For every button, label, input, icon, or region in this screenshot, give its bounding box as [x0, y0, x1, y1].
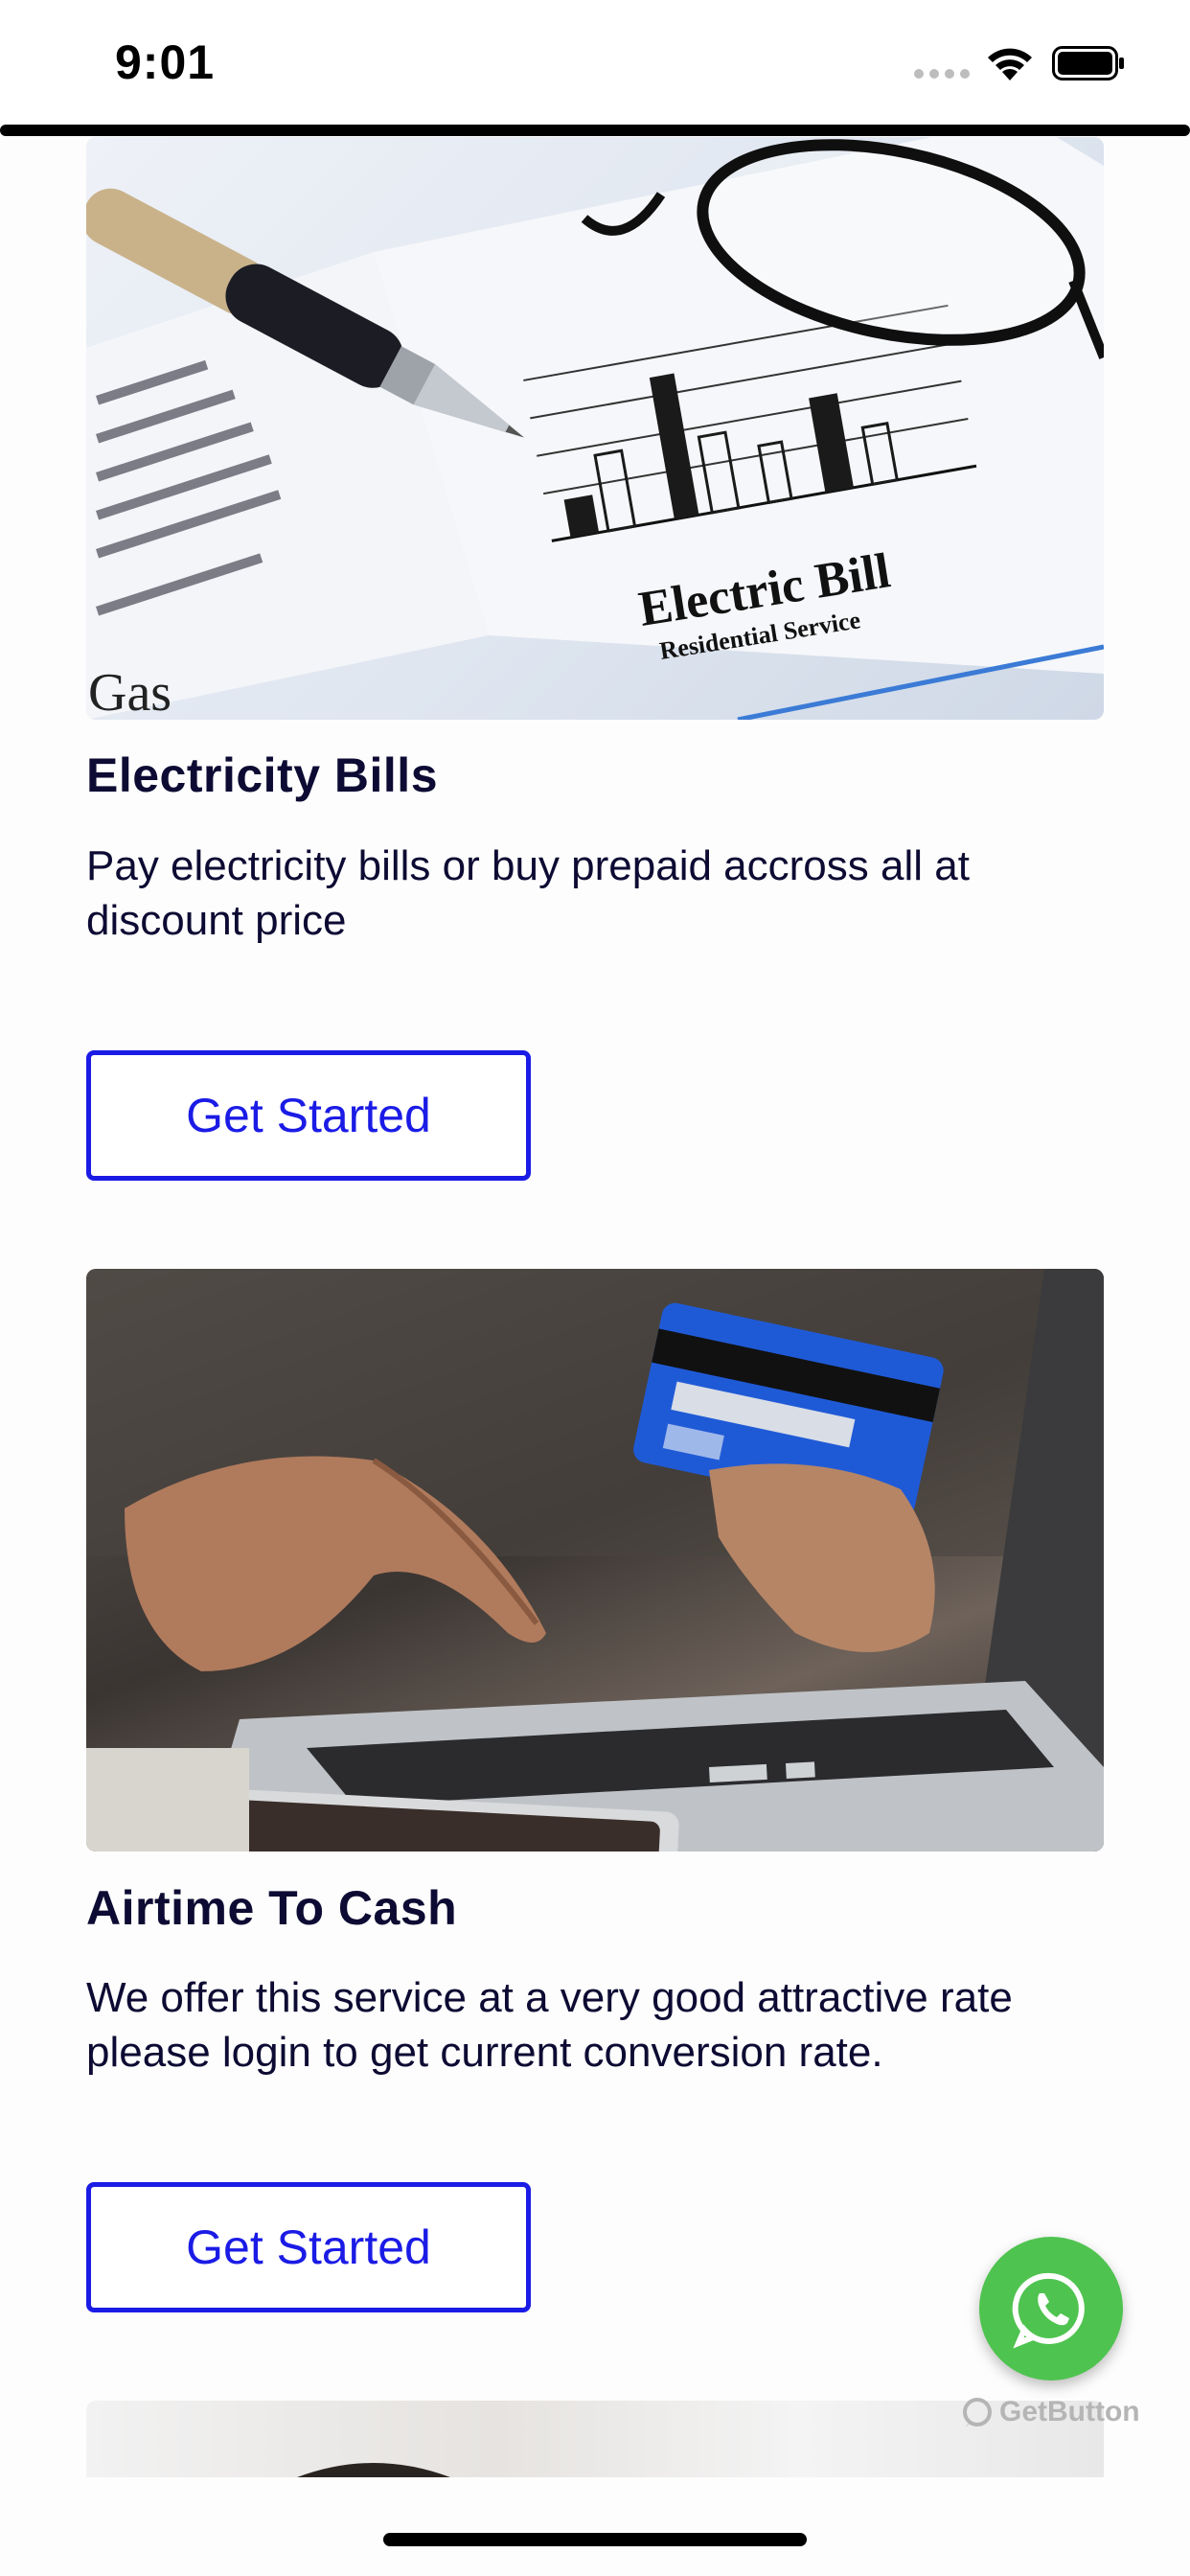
wifi-icon	[988, 48, 1032, 80]
electricity-bills-title: Electricity Bills	[86, 748, 438, 802]
getbutton-label: GetButton	[961, 2396, 1140, 2428]
airtime-get-started-button[interactable]: Get Started	[86, 2182, 531, 2312]
cellular-signal-icon	[914, 69, 970, 79]
getbutton-logo-icon	[963, 2398, 992, 2427]
header-divider	[0, 125, 1190, 136]
airtime-to-cash-description: We offer this service at a very good att…	[86, 1974, 1013, 2076]
third-service-image	[86, 2401, 1104, 2477]
whatsapp-icon	[1012, 2272, 1085, 2349]
image-brand-text: Gas	[88, 663, 172, 720]
status-bar: 9:01	[0, 0, 1190, 126]
payment-laptop-illustration	[86, 1269, 1104, 1852]
electric-bill-illustration: Gas Electric Bill Residential Service	[86, 137, 1104, 720]
status-time: 9:01	[115, 35, 216, 89]
battery-icon	[1052, 46, 1124, 80]
electricity-bills-description: Pay electricity bills or buy prepaid acc…	[86, 842, 970, 944]
electricity-bill-image: Gas Electric Bill Residential Service	[86, 137, 1104, 720]
airtime-to-cash-image	[86, 1269, 1104, 1852]
getbutton-text: GetButton	[999, 2396, 1140, 2427]
airtime-to-cash-title: Airtime To Cash	[86, 1881, 458, 1935]
third-image-illustration	[297, 2463, 450, 2477]
whatsapp-button[interactable]	[979, 2237, 1123, 2380]
home-indicator[interactable]	[383, 2533, 807, 2546]
electricity-get-started-button[interactable]: Get Started	[86, 1050, 531, 1181]
